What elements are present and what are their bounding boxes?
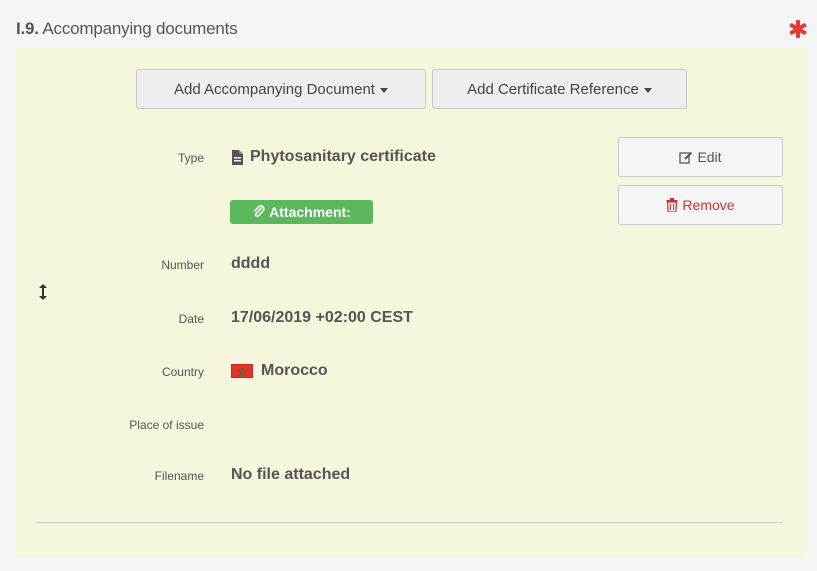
caret-down-icon xyxy=(643,87,652,93)
asterisk-icon xyxy=(789,20,807,38)
panel-body: Add Accompanying Document Add Certificat… xyxy=(16,48,806,558)
section-title: I.9. Accompanying documents xyxy=(16,19,238,39)
morocco-flag-icon xyxy=(231,364,253,378)
vertical-resize-icon[interactable] xyxy=(39,284,47,300)
section-number: I.9. xyxy=(16,19,39,38)
type-label: Type xyxy=(177,151,204,165)
remove-label: Remove xyxy=(682,197,735,213)
file-text-icon xyxy=(232,149,243,165)
remove-button[interactable]: Remove xyxy=(618,185,783,225)
trash-icon xyxy=(666,198,678,212)
number-label: Number xyxy=(161,258,204,272)
add-accompanying-document-label: Add Accompanying Document xyxy=(174,80,375,98)
filename-value: No file attached xyxy=(231,466,351,483)
country-value-text: Morocco xyxy=(261,362,328,379)
add-accompanying-document-button[interactable]: Add Accompanying Document xyxy=(136,69,426,109)
filename-label: Filename xyxy=(154,469,204,483)
edit-icon xyxy=(679,151,693,164)
date-value: 17/06/2019 +02:00 CEST xyxy=(231,309,413,326)
country-value: Morocco xyxy=(231,362,328,380)
divider xyxy=(36,522,783,523)
attachment-badge[interactable]: Attachment: xyxy=(230,200,373,224)
attachment-badge-label: Attachment: xyxy=(269,204,351,220)
date-label: Date xyxy=(178,312,204,326)
add-certificate-reference-button[interactable]: Add Certificate Reference xyxy=(432,69,687,109)
country-label: Country xyxy=(161,365,204,379)
accompanying-documents-panel: I.9. Accompanying documents Add Accompan… xyxy=(0,0,817,571)
type-value-text: Phytosanitary certificate xyxy=(250,148,436,165)
number-value: dddd xyxy=(231,255,271,272)
type-value: Phytosanitary certificate xyxy=(231,148,436,166)
edit-button[interactable]: Edit xyxy=(618,137,783,177)
caret-down-icon xyxy=(379,87,388,93)
edit-label: Edit xyxy=(697,149,722,165)
place-of-issue-label: Place of issue xyxy=(129,418,204,432)
add-certificate-reference-label: Add Certificate Reference xyxy=(467,80,639,98)
panel-heading: I.9. Accompanying documents xyxy=(0,0,817,48)
section-title-text: Accompanying documents xyxy=(42,19,238,38)
paperclip-icon xyxy=(253,205,265,218)
